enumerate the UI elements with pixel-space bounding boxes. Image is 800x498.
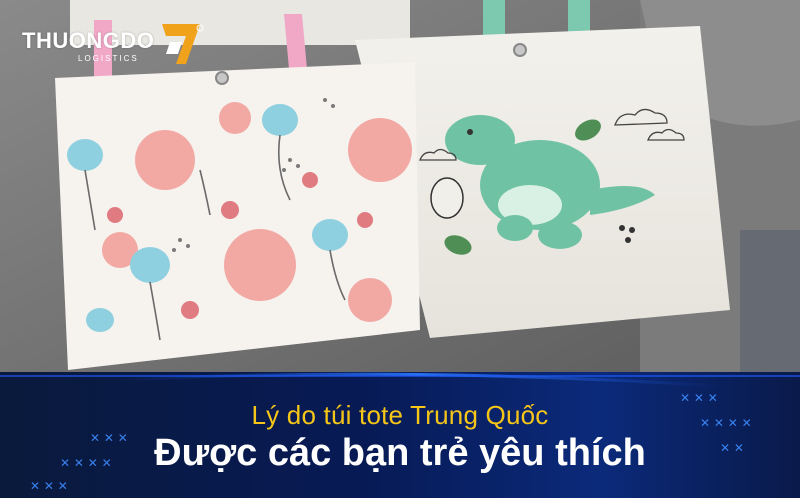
svg-text:✕ ✕ ✕: ✕ ✕ ✕	[30, 479, 68, 493]
banner-subtitle: Lý do túi tote Trung Quốc	[251, 400, 549, 430]
logo-wordmark: THUONGDO	[22, 28, 155, 53]
title-banner: ✕ ✕ ✕ ✕ ✕ ✕ ✕ ✕ ✕ ✕ ✕ ✕ ✕ ✕ ✕ ✕ ✕ ✕ ✕ Lý…	[0, 372, 800, 498]
banner-title: Được các bạn trẻ yêu thích	[154, 432, 646, 474]
logo-mark-icon	[162, 24, 204, 64]
thuongdo-logo: THUONGDO LOGISTICS	[14, 20, 204, 66]
logo-subtext: LOGISTICS	[78, 54, 139, 63]
